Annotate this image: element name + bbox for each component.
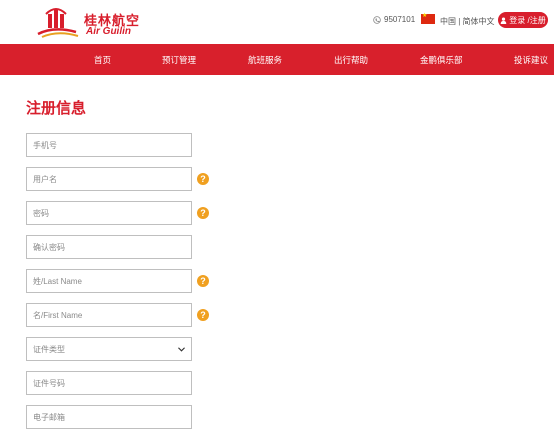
id-number-input[interactable] (26, 371, 192, 395)
confirm-password-input[interactable] (26, 235, 192, 259)
login-register-label: 登录 /注册 (509, 15, 546, 25)
help-icon[interactable]: ? (197, 275, 209, 287)
email-input[interactable] (26, 405, 192, 429)
language-selector[interactable]: 中国 | 简体中文 (440, 16, 495, 27)
logo-english-text: Air Guilin (86, 26, 131, 37)
user-icon (500, 16, 507, 24)
page-title: 注册信息 (26, 100, 87, 117)
help-icon[interactable]: ? (197, 207, 209, 219)
nav-item-travel-help[interactable]: 出行帮助 (334, 54, 368, 66)
nav-item-booking[interactable]: 预订管理 (162, 54, 196, 66)
nav-item-home[interactable]: 首页 (94, 54, 111, 66)
hotline: 9507101 (373, 15, 415, 24)
logo-mark-icon (37, 8, 79, 38)
nav-item-complaints[interactable]: 投诉建议 (514, 54, 548, 66)
help-icon[interactable]: ? (197, 173, 209, 185)
help-icon[interactable]: ? (197, 309, 209, 321)
hotline-number: 9507101 (384, 15, 416, 24)
chevron-down-icon (178, 346, 185, 352)
top-header: 桂林航空 Air Guilin 9507101 中国 | 简体中文 登录 /注册 (0, 0, 554, 44)
main-nav: 首页 预订管理 航班服务 出行帮助 金鹏俱乐部 投诉建议 (0, 44, 554, 75)
id-type-select-value: 证件类型 (33, 344, 65, 354)
phone-input[interactable] (26, 133, 192, 157)
login-register-button[interactable]: 登录 /注册 (498, 12, 548, 28)
last-name-input[interactable] (26, 269, 192, 293)
nav-item-club[interactable]: 金鹏俱乐部 (420, 54, 463, 66)
first-name-input[interactable] (26, 303, 192, 327)
id-type-select[interactable]: 证件类型 (26, 337, 192, 361)
china-flag-icon (421, 12, 435, 24)
air-guilin-logo[interactable]: 桂林航空 Air Guilin (34, 4, 154, 40)
username-input[interactable] (26, 167, 192, 191)
nav-item-flight-service[interactable]: 航班服务 (248, 54, 282, 66)
password-input[interactable] (26, 201, 192, 225)
phone-icon (373, 15, 381, 24)
